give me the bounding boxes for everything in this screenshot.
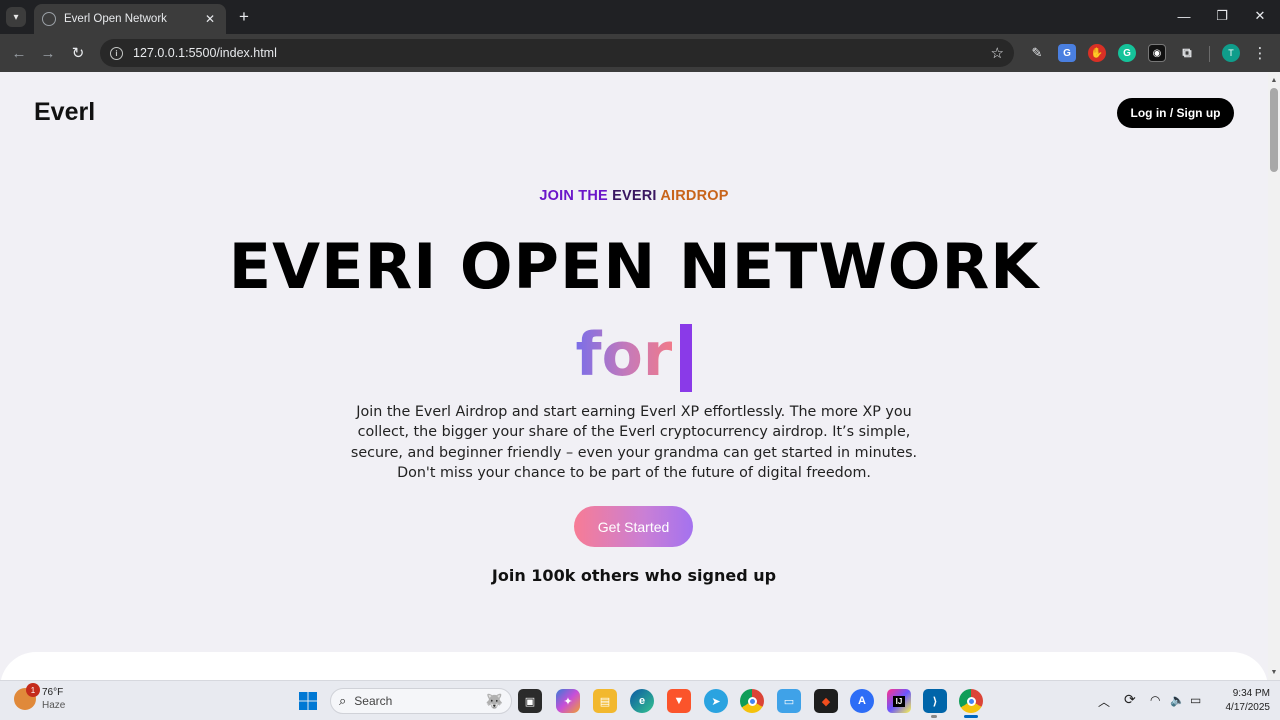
weather-desc: Haze: [42, 700, 66, 711]
search-placeholder: Search: [354, 694, 393, 708]
weather-widget[interactable]: 1 76°F Haze: [14, 683, 65, 712]
eyebrow-part-3: AIRDROP: [660, 188, 729, 204]
get-started-button[interactable]: Get Started: [574, 506, 693, 547]
profile-avatar[interactable]: T: [1222, 44, 1240, 62]
scroll-thumb[interactable]: [1270, 88, 1278, 172]
search-highlight-icon: 🐺: [485, 692, 503, 709]
active-indicator: [964, 715, 978, 718]
edge-icon[interactable]: e: [630, 689, 654, 713]
search-icon: ⌕: [339, 693, 347, 708]
close-tab-icon[interactable]: ✕: [202, 12, 218, 26]
eyebrow-part-1: JOIN THE: [539, 188, 613, 204]
weather-temp: 76°F: [42, 687, 64, 698]
browser-tab[interactable]: Everl Open Network ✕: [34, 4, 226, 34]
tab-search-icon[interactable]: ▾: [6, 7, 26, 27]
url-text[interactable]: 127.0.0.1:5500/index.html: [133, 46, 991, 60]
chevron-up-icon[interactable]: ︿: [1098, 693, 1110, 710]
reload-button[interactable]: ↻: [67, 42, 89, 64]
tab-title: Everl Open Network: [64, 13, 167, 25]
scroll-down-icon[interactable]: ▼: [1268, 666, 1280, 678]
browser-toolbar: ← → ↻ i 127.0.0.1:5500/index.html ☆ ✎ G …: [0, 34, 1280, 72]
hero-description: Join the Everl Airdrop and start earning…: [350, 404, 918, 481]
sync-icon[interactable]: ⟳: [1124, 691, 1136, 708]
vscode-icon[interactable]: ⟩: [923, 689, 947, 713]
page-viewport: Everl Log in / Sign up JOIN THE EVERI AI…: [0, 72, 1268, 680]
typed-headline: for: [0, 320, 1268, 392]
telegram-icon[interactable]: ➤: [704, 689, 728, 713]
toolbar-divider: [1209, 46, 1210, 62]
forward-button[interactable]: →: [37, 42, 59, 64]
app-icon[interactable]: ▭: [777, 689, 801, 713]
minimize-button[interactable]: —: [1166, 4, 1202, 28]
address-bar[interactable]: i 127.0.0.1:5500/index.html ☆: [100, 39, 1014, 67]
chrome-active-icon[interactable]: [959, 689, 983, 713]
wifi-icon[interactable]: ◠: [1150, 693, 1160, 707]
copilot-icon[interactable]: ✦: [556, 689, 580, 713]
globe-icon: [42, 12, 56, 26]
hero-title: EVERI OPEN NETWORK: [228, 230, 1040, 303]
eyebrow-part-2: EVERI: [612, 188, 661, 204]
running-indicator: [931, 715, 937, 718]
browser-tab-bar: ▾ Everl Open Network ✕ + — ❐ ✕: [0, 0, 1280, 34]
brave-icon[interactable]: ▼: [667, 689, 691, 713]
star-icon[interactable]: ☆: [991, 44, 1004, 62]
back-button[interactable]: ←: [8, 42, 30, 64]
new-tab-button[interactable]: +: [233, 6, 255, 28]
volume-icon[interactable]: 🔈: [1170, 693, 1185, 707]
social-proof-text: Join 100k others who signed up: [491, 566, 777, 585]
clock-date: 4/17/2025: [1225, 702, 1271, 713]
windows-start-icon[interactable]: [296, 689, 320, 713]
weather-text: 76°F Haze: [42, 686, 65, 712]
scroll-up-icon[interactable]: ▲: [1268, 74, 1280, 86]
info-icon[interactable]: i: [110, 46, 123, 60]
puzzle-icon[interactable]: ⧉: [1178, 44, 1196, 62]
login-signup-button[interactable]: Log in / Sign up: [1117, 98, 1234, 128]
chrome-icon[interactable]: [740, 689, 764, 713]
typing-cursor: [680, 324, 693, 392]
figma-icon[interactable]: ◆: [814, 689, 838, 713]
weather-haze-icon: 1: [14, 683, 40, 710]
taskbar-search-input[interactable]: ⌕ Search 🐺: [330, 688, 512, 714]
eyebrow-heading: JOIN THE EVERI AIRDROP: [0, 188, 1268, 204]
battery-icon[interactable]: ▭: [1190, 693, 1201, 707]
pen-icon[interactable]: ✎: [1028, 44, 1046, 62]
clock-time: 9:34 PM: [1232, 688, 1270, 699]
next-section-card: [0, 652, 1268, 680]
appstore-icon[interactable]: A: [850, 689, 874, 713]
windows-taskbar: 1 76°F Haze ⌕ Search 🐺 ▣ ✦ ▤ e ▼ ➤ ▭ ◆ A…: [0, 680, 1280, 720]
file-explorer-icon[interactable]: ▤: [593, 689, 617, 713]
typed-text: for: [575, 320, 673, 390]
stop-hand-icon[interactable]: ✋: [1088, 44, 1106, 62]
grammarly-icon[interactable]: G: [1118, 44, 1136, 62]
jetbrains-icon[interactable]: IJ: [887, 689, 911, 713]
extension-icon[interactable]: ◉: [1148, 44, 1166, 62]
site-logo[interactable]: Everl: [34, 98, 95, 127]
close-window-button[interactable]: ✕: [1242, 4, 1278, 28]
task-view-icon[interactable]: ▣: [518, 689, 542, 713]
more-menu-icon[interactable]: ⋮: [1252, 44, 1268, 62]
system-clock[interactable]: 9:34 PM 4/17/2025: [1210, 687, 1271, 715]
page-scrollbar[interactable]: ▲ ▼: [1268, 72, 1280, 680]
notification-badge: 1: [26, 683, 40, 697]
maximize-button[interactable]: ❐: [1204, 4, 1240, 28]
translate-icon[interactable]: G: [1058, 44, 1076, 62]
